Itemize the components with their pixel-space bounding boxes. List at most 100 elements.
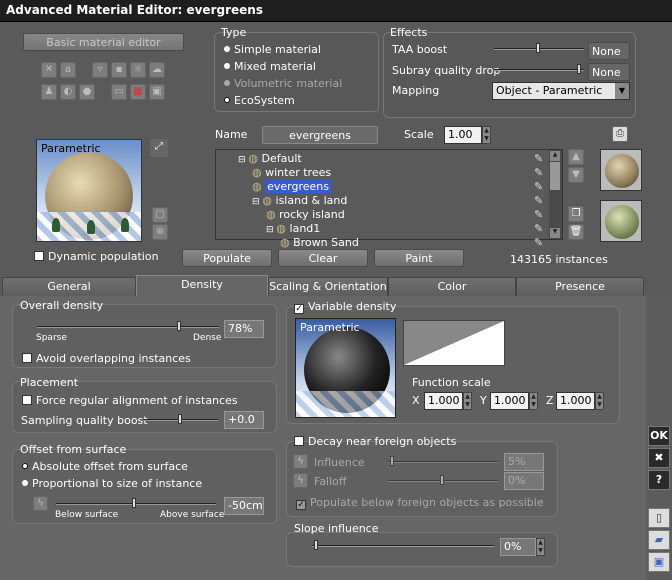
slider-knob[interactable] xyxy=(176,321,181,331)
radio-volumetric-material[interactable]: Volumetric material xyxy=(224,77,342,90)
decay-checkbox[interactable]: Decay near foreign objects xyxy=(294,435,456,448)
dynamic-population-checkbox[interactable]: Dynamic population xyxy=(34,250,159,263)
force-alignment-checkbox[interactable]: Force regular alignment of instances xyxy=(22,394,238,407)
clear-button[interactable]: Clear xyxy=(278,249,368,267)
basic-material-editor-button[interactable]: Basic material editor xyxy=(23,33,184,51)
wand-icon[interactable]: ✕ xyxy=(41,62,57,78)
radio-absolute-offset[interactable]: Absolute offset from surface xyxy=(22,460,188,473)
edit-pencil-icon[interactable]: ✎ xyxy=(534,166,543,179)
falloff-slider[interactable] xyxy=(388,475,498,485)
maximize-preview-icon[interactable]: ⤢ xyxy=(150,139,168,157)
edit-pencil-icon[interactable]: ✎ xyxy=(534,236,543,249)
new-layer-icon[interactable]: ❐ xyxy=(568,206,584,222)
new-document-icon[interactable]: ▯ xyxy=(648,508,670,528)
tab-density[interactable]: Density xyxy=(136,275,268,296)
y-scale-field[interactable]: 1.000 xyxy=(490,392,529,410)
sampling-quality-slider[interactable] xyxy=(143,414,218,424)
radio-simple-material[interactable]: Simple material xyxy=(224,43,321,56)
layer-tree[interactable]: ⊟ ◍ Default ✎ ◍ winter trees ✎ ◍ evergreen… xyxy=(215,149,563,249)
close-button[interactable]: ✖ xyxy=(648,448,670,468)
tree-row[interactable]: ⊟ ◍ land1 xyxy=(266,222,320,235)
slider-knob[interactable] xyxy=(577,64,581,74)
x-scale-spinner[interactable]: ▲ ▼ xyxy=(463,392,472,410)
slope-slider[interactable] xyxy=(312,540,494,550)
slider-knob[interactable] xyxy=(440,475,444,485)
z-scale-field[interactable]: 1.000 xyxy=(556,392,595,410)
delete-layer-icon[interactable]: 🗑 xyxy=(568,224,584,240)
tab-color[interactable]: Color xyxy=(388,277,516,296)
tree-row[interactable]: ◍ winter trees xyxy=(252,166,331,179)
y-scale-spinner[interactable]: ▲ ▼ xyxy=(529,392,538,410)
expand-icon[interactable]: ⊟ xyxy=(238,155,248,165)
sun-icon[interactable]: ☼ xyxy=(130,62,146,78)
person-icon[interactable]: ♟ xyxy=(41,84,57,100)
save-icon[interactable]: ▣ xyxy=(648,552,670,572)
zoom-icon[interactable]: ⊕ xyxy=(152,224,168,240)
ok-button[interactable]: OK xyxy=(648,426,670,446)
name-field[interactable]: evergreens xyxy=(262,126,378,144)
expand-icon[interactable]: ⊟ xyxy=(266,225,276,235)
radio-proportional-offset[interactable]: Proportional to size of instance xyxy=(22,477,202,490)
tab-scaling-orientation[interactable]: Scaling & Orientation xyxy=(268,277,388,296)
text-icon[interactable]: a xyxy=(60,62,76,78)
dot-icon[interactable]: ● xyxy=(79,84,95,100)
tree-row[interactable]: ◍ rocky island xyxy=(266,208,345,221)
influence-value[interactable]: 5% xyxy=(504,453,544,471)
tab-presence[interactable]: Presence xyxy=(516,277,644,296)
tree-row[interactable]: ◍ Brown Sand xyxy=(280,236,359,249)
subray-quality-slider[interactable] xyxy=(494,64,584,74)
scroll-thumb[interactable] xyxy=(550,162,560,190)
radio-ecosystem[interactable]: EcoSystem xyxy=(224,94,295,107)
edit-pencil-icon[interactable]: ✎ xyxy=(534,180,543,193)
slider-knob[interactable] xyxy=(132,498,136,508)
target-icon[interactable]: ▪ xyxy=(111,62,127,78)
move-down-icon[interactable]: ▼ xyxy=(568,167,584,183)
expand-icon[interactable]: ⊟ xyxy=(252,197,262,207)
taa-boost-slider[interactable] xyxy=(494,43,584,53)
mapping-select[interactable]: Object - Parametric ▼ xyxy=(492,82,630,100)
avoid-overlapping-checkbox[interactable]: Avoid overlapping instances xyxy=(22,352,191,365)
lightning-icon[interactable]: ϟ xyxy=(33,496,48,511)
taa-boost-value[interactable]: None xyxy=(588,42,630,60)
slider-knob[interactable] xyxy=(178,414,182,424)
half-icon[interactable]: ◐ xyxy=(60,84,76,100)
tree-row[interactable]: ⊟ ◍ island & land xyxy=(252,194,347,207)
sampling-quality-value[interactable]: +0.0 xyxy=(224,411,264,429)
cloud-icon[interactable]: ☁ xyxy=(149,62,165,78)
tree-row[interactable]: ◍ evergreens xyxy=(252,180,331,193)
influence-slider[interactable] xyxy=(388,456,498,466)
tree-scrollbar[interactable]: ▲ ▼ xyxy=(549,150,562,239)
scroll-up-icon[interactable]: ▲ xyxy=(550,151,560,161)
offset-slider[interactable] xyxy=(56,498,216,508)
populate-button[interactable]: Populate xyxy=(182,249,272,267)
overall-density-value[interactable]: 78% xyxy=(224,320,264,338)
tab-general[interactable]: General xyxy=(2,277,136,296)
grid-icon[interactable]: ▦ xyxy=(130,84,146,100)
help-button[interactable]: ? xyxy=(648,470,670,490)
variable-density-checkbox[interactable]: ✓ Variable density xyxy=(294,300,396,314)
tree-row[interactable]: ⊟ ◍ Default xyxy=(238,152,302,165)
z-scale-spinner[interactable]: ▲ ▼ xyxy=(595,392,604,410)
cube-icon[interactable]: ▢ xyxy=(152,207,168,223)
slope-value[interactable]: 0% xyxy=(500,538,536,556)
slider-knob[interactable] xyxy=(390,456,394,466)
film-icon[interactable]: ▭ xyxy=(111,84,127,100)
populate-below-checkbox[interactable]: ✓ Populate below foreign objects as possi… xyxy=(296,496,544,510)
radio-mixed-material[interactable]: Mixed material xyxy=(224,60,316,73)
slope-spinner[interactable]: ▲ ▼ xyxy=(536,538,545,556)
falloff-value[interactable]: 0% xyxy=(504,472,544,490)
edit-pencil-icon[interactable]: ✎ xyxy=(534,208,543,221)
slider-knob[interactable] xyxy=(536,43,540,53)
edit-pencil-icon[interactable]: ✎ xyxy=(534,222,543,235)
scale-field[interactable]: 1.00 xyxy=(444,126,482,144)
overall-density-slider[interactable] xyxy=(37,321,219,331)
edit-pencil-icon[interactable]: ✎ xyxy=(534,152,543,165)
image-icon[interactable]: ▣ xyxy=(149,84,165,100)
paint-button[interactable]: Paint xyxy=(374,249,464,267)
x-scale-field[interactable]: 1.000 xyxy=(424,392,463,410)
offset-value[interactable]: -50cm xyxy=(224,497,264,515)
export-icon[interactable]: ⎙ xyxy=(612,126,628,142)
scale-spinner[interactable]: ▲ ▼ xyxy=(482,126,491,144)
edit-pencil-icon[interactable]: ✎ xyxy=(534,194,543,207)
open-folder-icon[interactable]: ▰ xyxy=(648,530,670,550)
